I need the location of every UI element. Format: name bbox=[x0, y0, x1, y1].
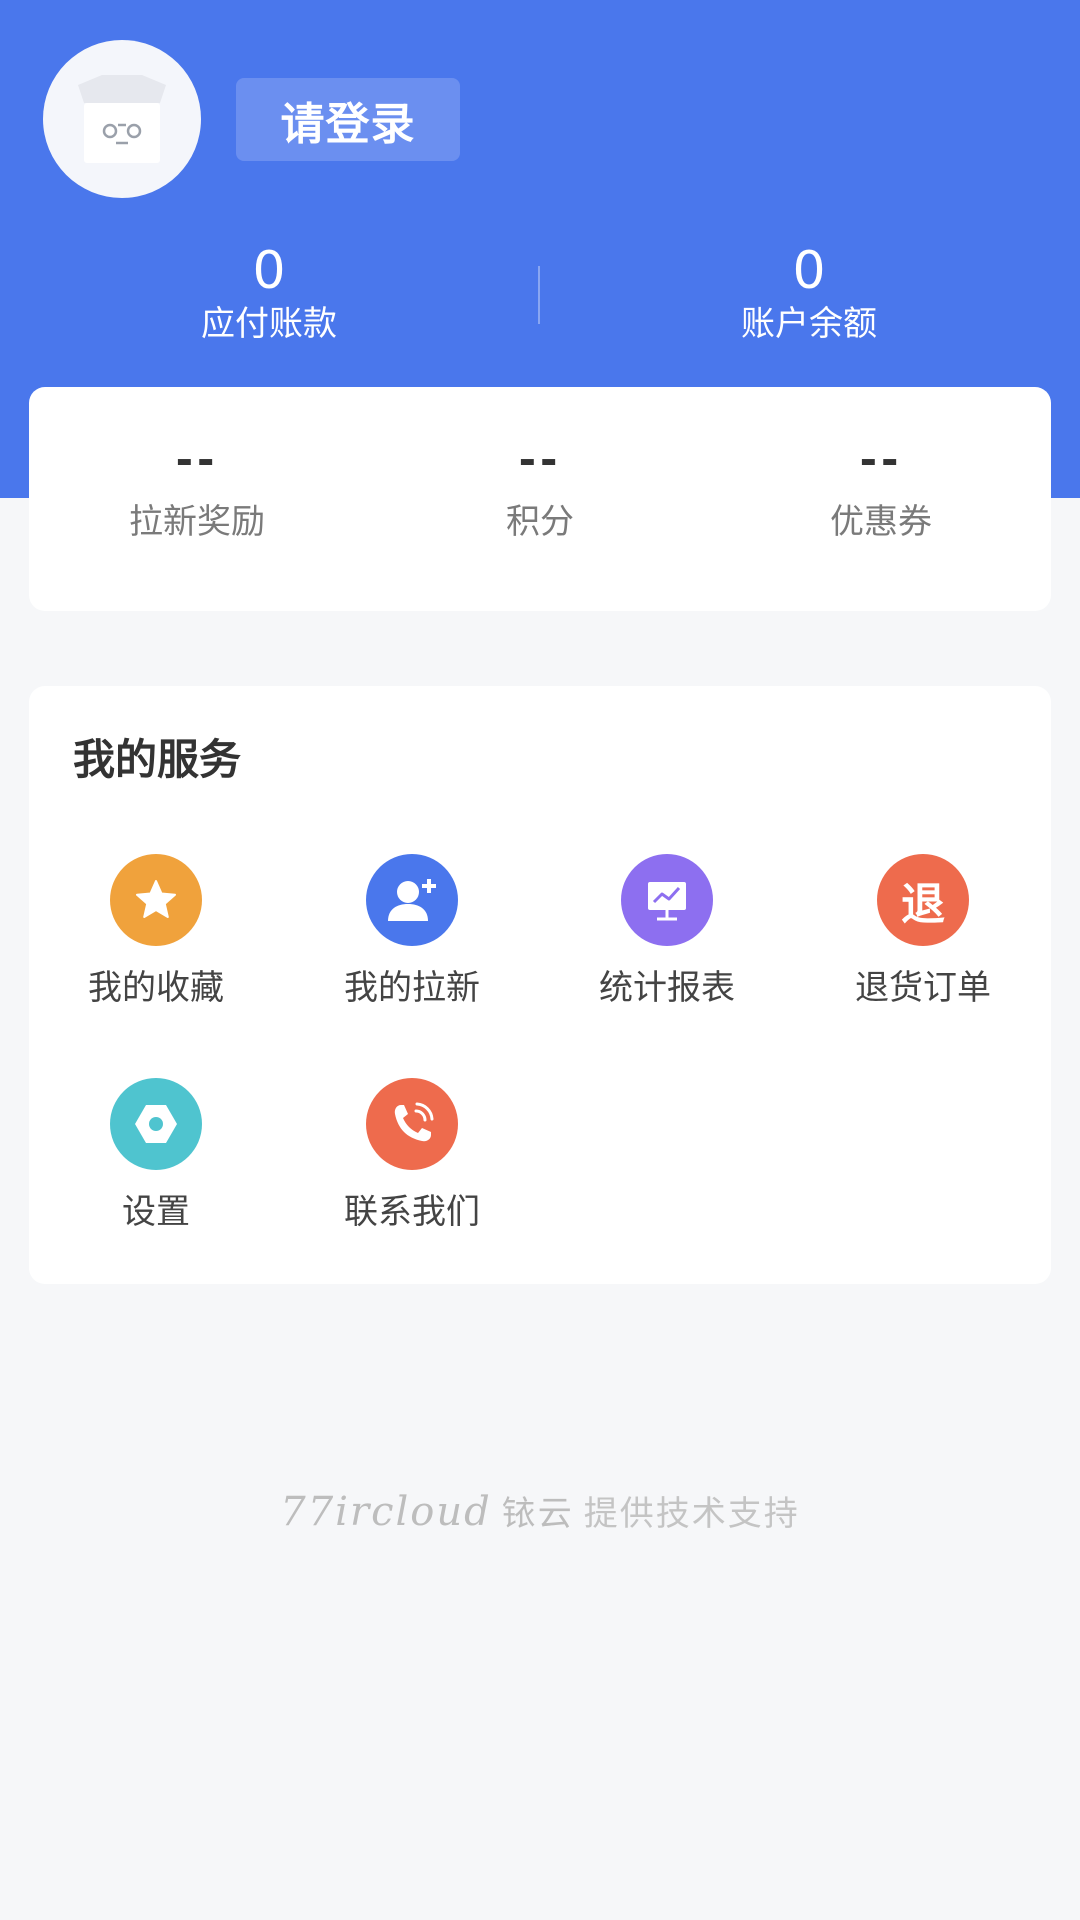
balance-label: 账户余额 bbox=[741, 304, 877, 344]
payable-value: 0 bbox=[252, 241, 286, 301]
points-label: 积分 bbox=[506, 502, 574, 542]
brand-cn: 铱云 bbox=[501, 1494, 574, 1534]
coupons-value: -- bbox=[859, 435, 903, 484]
avatar[interactable] bbox=[43, 40, 201, 198]
footer-text: 提供技术支持 bbox=[583, 1494, 800, 1534]
chart-icon bbox=[621, 854, 713, 946]
brand-logo: 77ircloud bbox=[280, 1489, 492, 1535]
coupons-label: 优惠券 bbox=[830, 502, 932, 542]
return-icon: 退 bbox=[877, 854, 969, 946]
referral-reward-label: 拉新奖励 bbox=[129, 502, 265, 542]
star-icon bbox=[110, 854, 202, 946]
default-avatar-icon bbox=[78, 75, 166, 163]
service-reports[interactable]: 统计报表 bbox=[557, 854, 777, 1010]
settings-icon bbox=[110, 1078, 202, 1170]
points-value: -- bbox=[518, 435, 562, 484]
payable-label: 应付账款 bbox=[201, 304, 337, 344]
service-referrals[interactable]: 我的拉新 bbox=[302, 854, 522, 1010]
service-settings[interactable]: 设置 bbox=[46, 1078, 266, 1234]
service-returns-label: 退货订单 bbox=[855, 968, 991, 1008]
points-reward[interactable]: -- 积分 bbox=[410, 435, 670, 547]
coupons-reward[interactable]: -- 优惠券 bbox=[751, 435, 1011, 547]
referral-reward[interactable]: -- 拉新奖励 bbox=[67, 435, 327, 547]
login-button[interactable]: 请登录 bbox=[236, 78, 460, 161]
referral-reward-value: -- bbox=[175, 435, 219, 484]
stat-divider bbox=[538, 266, 540, 324]
service-settings-label: 设置 bbox=[122, 1192, 190, 1232]
service-returns[interactable]: 退 退货订单 bbox=[813, 854, 1033, 1010]
balance-stat[interactable]: 0 账户余额 bbox=[659, 240, 959, 346]
service-favorites[interactable]: 我的收藏 bbox=[46, 854, 266, 1010]
add-user-icon bbox=[366, 854, 458, 946]
balance-value: 0 bbox=[792, 241, 826, 301]
payable-stat[interactable]: 0 应付账款 bbox=[119, 240, 419, 346]
service-referrals-label: 我的拉新 bbox=[344, 968, 480, 1008]
services-card: 我的服务 我的收藏 我的拉新 统计报表 退 退货订单 设置 联系我们 bbox=[29, 686, 1051, 1284]
service-contact[interactable]: 联系我们 bbox=[302, 1078, 522, 1234]
rewards-card: -- 拉新奖励 -- 积分 -- 优惠券 bbox=[29, 387, 1051, 611]
return-glyph: 退 bbox=[901, 879, 945, 930]
phone-icon bbox=[366, 1078, 458, 1170]
tech-support-footer: 77ircloud 铱云 提供技术支持 bbox=[0, 1486, 1080, 1535]
services-title: 我的服务 bbox=[73, 735, 242, 784]
service-reports-label: 统计报表 bbox=[599, 968, 735, 1008]
service-contact-label: 联系我们 bbox=[344, 1192, 480, 1232]
service-favorites-label: 我的收藏 bbox=[88, 968, 224, 1008]
